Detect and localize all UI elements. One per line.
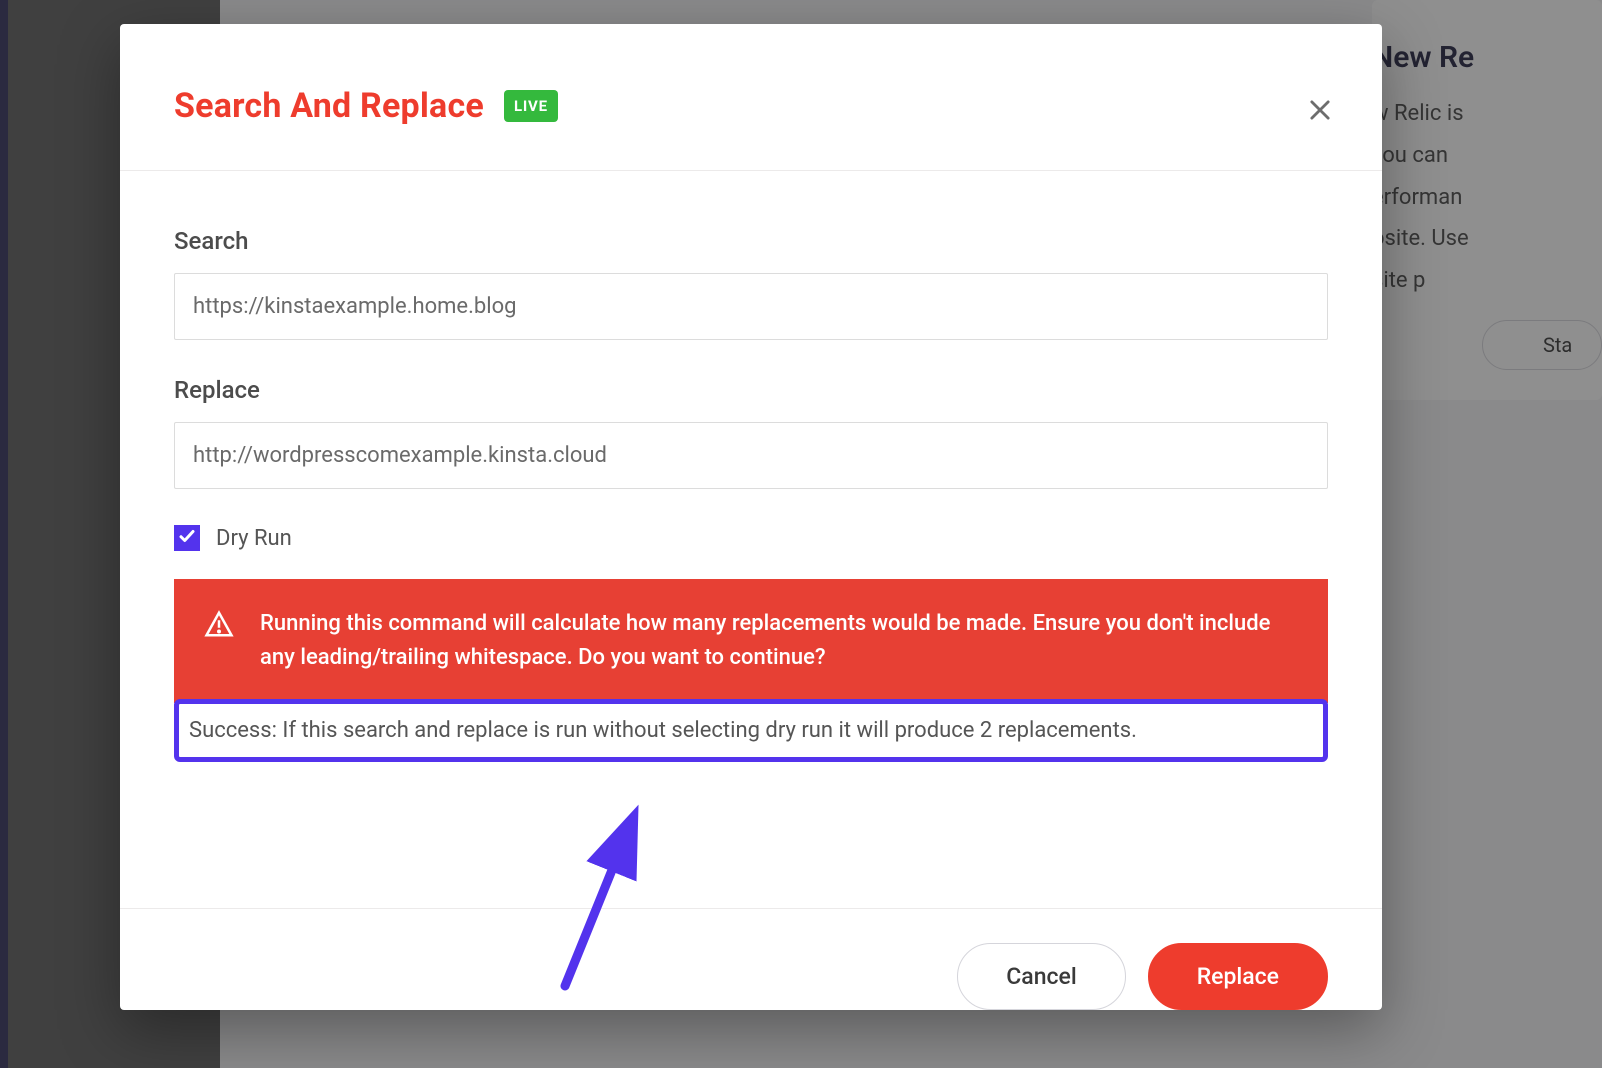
dry-run-row: Dry Run: [174, 525, 1328, 551]
warning-box: Running this command will calculate how …: [174, 579, 1328, 703]
check-icon: [178, 527, 196, 549]
search-input[interactable]: [174, 273, 1328, 340]
success-message: Success: If this search and replace is r…: [174, 699, 1328, 762]
replace-button[interactable]: Replace: [1148, 943, 1328, 1010]
dry-run-label: Dry Run: [216, 526, 292, 551]
warning-text: Running this command will calculate how …: [260, 607, 1298, 675]
replace-label: Replace: [174, 376, 1328, 404]
search-replace-modal: Search And Replace LIVE Search Replace: [120, 24, 1382, 1010]
warning-triangle-icon: [204, 609, 234, 639]
search-field-group: Search: [174, 227, 1328, 340]
modal-header: Search And Replace LIVE: [120, 24, 1382, 171]
modal-body: Search Replace Dry Run: [120, 171, 1382, 908]
replace-field-group: Replace: [174, 376, 1328, 489]
cancel-button[interactable]: Cancel: [957, 943, 1125, 1010]
modal-footer: Cancel Replace: [120, 908, 1382, 1010]
live-badge: LIVE: [504, 90, 558, 122]
replace-input[interactable]: [174, 422, 1328, 489]
dry-run-checkbox[interactable]: [174, 525, 200, 551]
search-label: Search: [174, 227, 1328, 255]
close-icon: [1306, 96, 1334, 124]
close-button[interactable]: [1306, 96, 1334, 124]
modal-title: Search And Replace: [174, 86, 484, 126]
